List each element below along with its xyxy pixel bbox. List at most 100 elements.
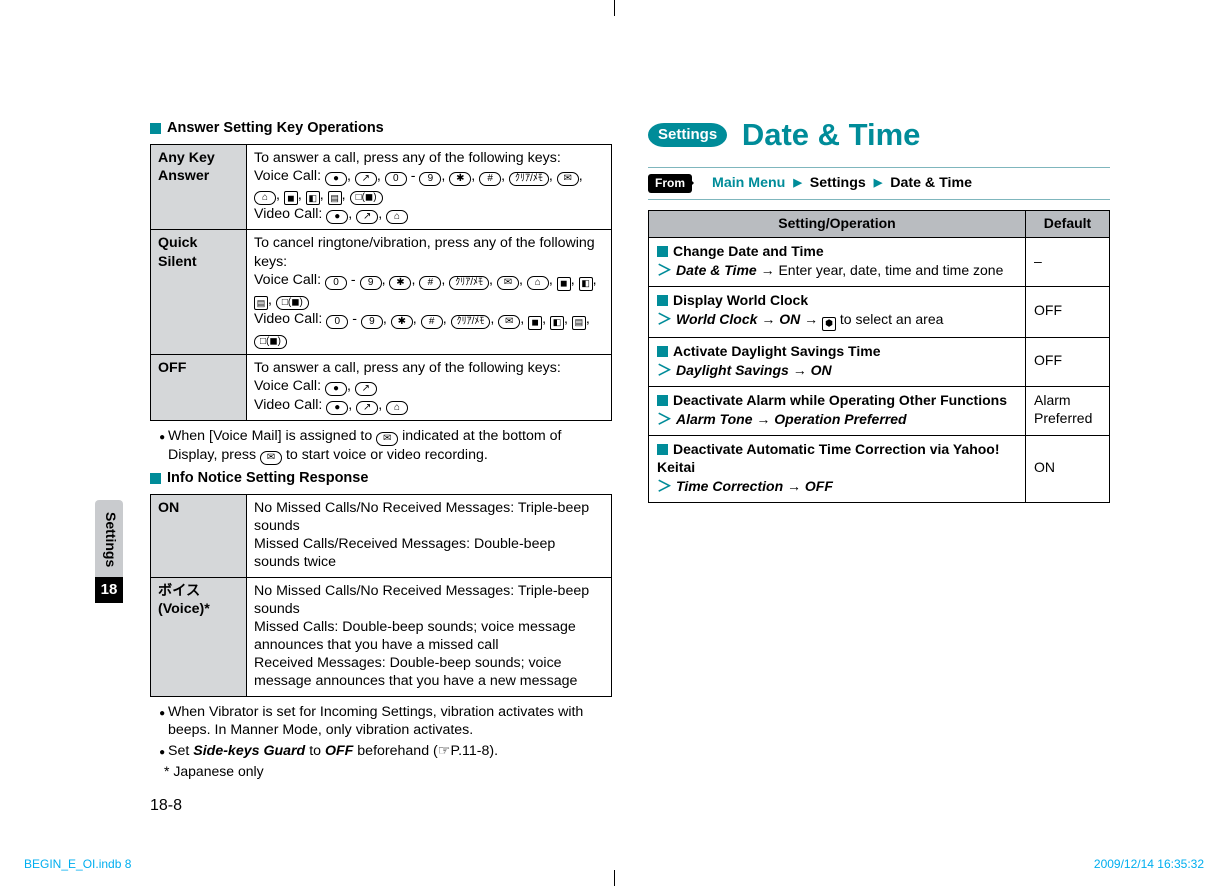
- footnote: * Japanese only: [164, 763, 612, 781]
- table-row: ボイス (Voice)*No Missed Calls/No Received …: [151, 577, 612, 696]
- square-bullet-icon: [657, 395, 668, 406]
- default-cell: ON: [1026, 435, 1110, 502]
- key-icon: 0: [326, 315, 348, 329]
- setting-cell: Deactivate Alarm while Operating Other F…: [649, 386, 1026, 435]
- default-cell: Alarm Preferred: [1026, 386, 1110, 435]
- row-content: To cancel ringtone/vibration, press any …: [247, 230, 612, 355]
- from-badge: From: [648, 174, 692, 193]
- row-content: No Missed Calls/No Received Messages: Tr…: [247, 577, 612, 696]
- square-bullet-icon: [150, 123, 161, 134]
- settings-table: Setting/Operation Default Change Date an…: [648, 210, 1110, 503]
- manual-page: Settings 18 Answer Setting Key Operation…: [0, 0, 1228, 886]
- mail-icon: ✉: [260, 451, 282, 465]
- answer-setting-table: Any Key AnswerTo answer a call, press an…: [150, 144, 612, 422]
- left-column: Answer Setting Key Operations Any Key An…: [150, 115, 612, 781]
- key-icon: ✉: [557, 172, 579, 186]
- square-bullet-icon: [150, 473, 161, 484]
- table-row: Display World Clock＞World Clock → ON → ⬢…: [649, 287, 1110, 338]
- note-item: When Vibrator is set for Incoming Settin…: [168, 703, 612, 739]
- row-content: To answer a call, press any of the follo…: [247, 144, 612, 230]
- row-label: ON: [151, 494, 247, 577]
- row-content: To answer a call, press any of the follo…: [247, 355, 612, 421]
- section-title: Answer Setting Key Operations: [167, 119, 384, 138]
- key-icon: ◼: [284, 191, 298, 205]
- section-heading: Answer Setting Key Operations: [150, 119, 612, 138]
- key-icon: ●: [326, 401, 348, 415]
- key-icon: #: [479, 172, 501, 186]
- key-icon: #: [421, 315, 443, 329]
- key-icon: ●: [325, 382, 347, 396]
- crop-mark-icon: [614, 870, 615, 886]
- setting-cell: Deactivate Automatic Time Correction via…: [649, 435, 1026, 502]
- square-bullet-icon: [657, 295, 668, 306]
- print-footer: 2009/12/14 16:35:32: [1094, 857, 1204, 872]
- key-icon: ◧: [579, 277, 593, 291]
- chapter-tab-label: Settings: [95, 500, 123, 577]
- crop-mark-icon: [614, 0, 615, 16]
- row-label: Any Key Answer: [151, 144, 247, 230]
- col-header: Setting/Operation: [649, 211, 1026, 238]
- key-icon: ⌂: [386, 401, 408, 415]
- table-row: Quick SilentTo cancel ringtone/vibration…: [151, 230, 612, 355]
- key-icon: ↗: [355, 172, 377, 186]
- key-icon: ↗: [355, 382, 377, 396]
- key-icon: 0: [325, 276, 347, 290]
- key-icon: ✉: [497, 276, 519, 290]
- key-icon: ⌂: [386, 210, 408, 224]
- key-icon: #: [419, 276, 441, 290]
- note-item: Set Side-keys Guard to OFF beforehand (☞…: [168, 742, 612, 760]
- section2-notes: When Vibrator is set for Incoming Settin…: [150, 703, 612, 761]
- chapter-tab: Settings 18: [95, 500, 123, 603]
- page-number: 18-8: [150, 796, 182, 816]
- setting-cell: Display World Clock＞World Clock → ON → ⬢…: [649, 287, 1026, 338]
- content-columns: Answer Setting Key Operations Any Key An…: [150, 115, 1168, 781]
- key-icon: 9: [360, 276, 382, 290]
- key-icon: ◧: [306, 191, 320, 205]
- key-icon: ✱: [449, 172, 471, 186]
- table-row: Deactivate Alarm while Operating Other F…: [649, 386, 1110, 435]
- key-icon: ｸﾘｱ/ﾒﾓ: [449, 276, 489, 290]
- key-icon: ●: [326, 210, 348, 224]
- key-icon: ◼: [528, 316, 542, 330]
- key-icon: ⌂: [527, 276, 549, 290]
- default-cell: –: [1026, 237, 1110, 286]
- square-bullet-icon: [657, 444, 668, 455]
- section1-notes: When [Voice Mail] is assigned to ✉ indic…: [150, 427, 612, 465]
- table-row: ONNo Missed Calls/No Received Messages: …: [151, 494, 612, 577]
- table-row: Change Date and Time＞Date & Time → Enter…: [649, 237, 1110, 286]
- row-label: Quick Silent: [151, 230, 247, 355]
- table-row: Activate Daylight Savings Time＞Daylight …: [649, 337, 1110, 386]
- table-row: Deactivate Automatic Time Correction via…: [649, 435, 1110, 502]
- right-column: Settings Date & Time From Main Menu ▶ Se…: [648, 115, 1110, 781]
- section-title: Info Notice Setting Response: [167, 469, 368, 488]
- chevron-icon: ＞: [657, 311, 672, 328]
- row-label: ボイス (Voice)*: [151, 577, 247, 696]
- title-text: Date & Time: [742, 117, 921, 152]
- key-icon: 9: [419, 172, 441, 186]
- chevron-right-icon: ▶: [793, 176, 801, 190]
- key-icon: ↗: [356, 210, 378, 224]
- chevron-right-icon: ▶: [874, 176, 882, 190]
- key-icon: ●: [325, 172, 347, 186]
- key-icon: ✉: [498, 315, 520, 329]
- breadcrumb-item: Main Menu: [712, 174, 785, 192]
- print-footer: BEGIN_E_OI.indb 8: [24, 857, 131, 872]
- key-icon: ✱: [391, 315, 413, 329]
- chevron-icon: ＞: [657, 411, 672, 428]
- key-icon: ◧: [550, 316, 564, 330]
- breadcrumb-item: Settings: [810, 174, 866, 192]
- chevron-icon: ＞: [657, 362, 672, 379]
- col-header: Default: [1026, 211, 1110, 238]
- mail-icon: ✉: [376, 432, 398, 446]
- setting-cell: Change Date and Time＞Date & Time → Enter…: [649, 237, 1026, 286]
- info-notice-table: ONNo Missed Calls/No Received Messages: …: [150, 494, 612, 697]
- breadcrumb: From Main Menu ▶ Settings ▶ Date & Time: [648, 167, 1110, 200]
- key-icon: □(◼): [276, 296, 309, 310]
- key-icon: ⌂: [254, 191, 276, 205]
- key-icon: 0: [385, 172, 407, 186]
- key-icon: ｸﾘｱ/ﾒﾓ: [509, 172, 549, 186]
- key-icon: ｸﾘｱ/ﾒﾓ: [451, 315, 491, 329]
- key-icon: □(◼): [254, 335, 287, 349]
- chevron-icon: ＞: [657, 262, 672, 279]
- chevron-icon: ＞: [657, 478, 672, 495]
